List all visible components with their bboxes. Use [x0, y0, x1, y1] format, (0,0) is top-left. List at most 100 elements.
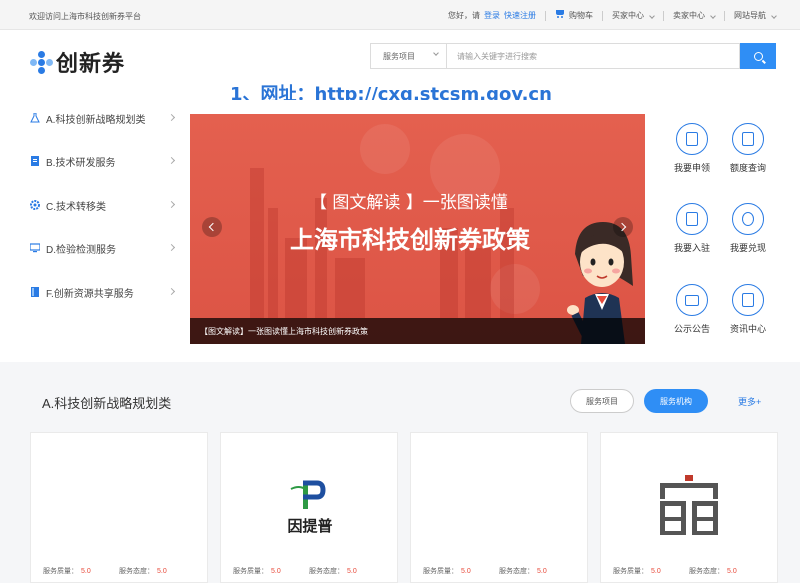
settle-in-icon [676, 203, 708, 235]
chevron-right-icon [167, 156, 176, 165]
quick-link-announcement[interactable]: 公示公告 [662, 284, 722, 335]
search-input[interactable]: 请输入关键字进行搜索 [446, 43, 740, 69]
chevron-down-icon [433, 50, 439, 56]
document-icon [30, 156, 40, 166]
cart-label: 购物车 [569, 11, 593, 20]
chevron-down-icon [771, 13, 777, 19]
category-item-d[interactable]: D.检验检测服务 [29, 238, 180, 258]
seller-center-label: 卖家中心 [673, 11, 705, 20]
category-item-b[interactable]: B.技术研发服务 [30, 151, 180, 171]
quality-rating: 服务质量： 5.0 [233, 568, 281, 575]
banner-prev-button[interactable] [202, 217, 222, 237]
welcome-text: 欢迎访问上海市科技创新券平台 [29, 12, 141, 21]
site-logo[interactable]: 创新券 [30, 46, 125, 78]
provider-logo [289, 479, 329, 518]
logo-mark-icon [30, 51, 53, 74]
search-category-label: 服务项目 [383, 51, 415, 61]
attitude-rating: 服务态度： 5.0 [309, 568, 357, 575]
login-link[interactable]: 登录 [484, 10, 500, 21]
category-label: F.创新资源共享服务 [46, 288, 134, 300]
quick-link-label: 资讯中心 [729, 324, 766, 334]
banner-headline: 上海市科技创新券政策 [290, 226, 530, 254]
quota-query-icon [732, 123, 764, 155]
more-link[interactable]: 更多+ [738, 395, 761, 408]
search-bar: 服务项目 请输入关键字进行搜索 [370, 43, 776, 69]
cart-link[interactable]: 购物车 [555, 10, 593, 21]
provider-logo-icon [660, 475, 718, 535]
quick-link-label: 额度查询 [729, 163, 766, 173]
attitude-rating: 服务态度： 5.0 [119, 568, 167, 575]
chevron-right-icon [167, 200, 176, 209]
chevron-right-icon [167, 113, 176, 122]
search-placeholder: 请输入关键字进行搜索 [457, 51, 537, 61]
quality-rating: 服务质量： 5.0 [423, 568, 471, 575]
quick-link-label: 我要入驻 [673, 243, 710, 253]
chevron-down-icon [649, 13, 655, 19]
provider-card[interactable]: 服务质量： 5.0 服务态度： 5.0 [30, 432, 208, 583]
category-item-a[interactable]: A.科技创新战略规划类 [30, 108, 180, 128]
divider [724, 10, 725, 21]
category-label: A.科技创新战略规划类 [46, 114, 146, 126]
book-icon [30, 287, 40, 297]
quality-rating: 服务质量： 5.0 [43, 568, 91, 575]
divider [663, 10, 664, 21]
top-bar-links: 您好，请 登录 快速注册 购物车 买家中心 卖家中心 网站导航 [448, 10, 777, 21]
quick-link-settle-in[interactable]: 我要入驻 [662, 203, 722, 254]
divider [602, 10, 603, 21]
logo-text: 创新券 [56, 51, 126, 76]
provider-card[interactable]: 因提普 服务质量： 5.0 服务态度： 5.0 [220, 432, 398, 583]
quick-link-news-center[interactable]: 资讯中心 [718, 284, 778, 335]
banner-caption[interactable]: 【图文解读】一张图读懂上海市科技创新券政策 [190, 318, 645, 344]
quick-link-label: 我要申领 [673, 163, 710, 173]
top-bar: 欢迎访问上海市科技创新券平台 您好，请 登录 快速注册 购物车 买家中心 卖家中… [0, 0, 800, 30]
banner-next-button[interactable] [613, 217, 633, 237]
category-section: A.科技创新战略规划类 服务项目 服务机构 更多+ 服务质量： 5.0 服务态度：… [30, 370, 778, 583]
divider [545, 10, 546, 21]
category-item-c[interactable]: C.技术转移类 [30, 195, 180, 215]
chevron-right-icon [167, 243, 176, 252]
news-center-icon [732, 284, 764, 316]
quick-link-label: 我要兑现 [729, 243, 766, 253]
provider-logo [656, 475, 722, 542]
quick-link-label: 公示公告 [673, 324, 710, 334]
provider-card[interactable]: 服务质量： 5.0 服务态度： 5.0 [410, 432, 588, 583]
hero-banner[interactable]: 【 图文解读 】一张图读懂 上海市科技创新券政策 【图文解读】一张图读懂上海市科… [190, 114, 645, 344]
chevron-down-icon [710, 13, 716, 19]
category-label: B.技术研发服务 [46, 157, 116, 169]
buyer-center-label: 买家中心 [612, 11, 644, 20]
search-icon [753, 51, 763, 61]
site-nav-label: 网站导航 [734, 11, 766, 20]
monitor-icon [29, 243, 41, 253]
cart-icon [555, 10, 565, 18]
quality-rating: 服务质量： 5.0 [613, 568, 661, 575]
attitude-rating: 服务态度： 5.0 [499, 568, 547, 575]
provider-card[interactable]: 服务质量： 5.0 服务态度： 5.0 [600, 432, 778, 583]
redeem-icon [732, 203, 764, 235]
service-projects-button[interactable]: 服务项目 [570, 389, 634, 413]
provider-logo-text: 因提普 [287, 518, 333, 535]
main-area: A.科技创新战略规划类 B.技术研发服务 C.技术转移类 D.检验检测服务 F.… [0, 100, 800, 362]
flask-icon [30, 112, 40, 123]
quick-link-apply[interactable]: 我要申领 [662, 123, 722, 174]
apply-icon [676, 123, 708, 155]
category-label: C.技术转移类 [46, 201, 106, 213]
chevron-right-icon [167, 287, 176, 296]
site-nav-menu[interactable]: 网站导航 [734, 10, 777, 21]
gear-icon [30, 200, 40, 210]
attitude-rating: 服务态度： 5.0 [689, 568, 737, 575]
announcement-icon [676, 284, 708, 316]
buyer-center-menu[interactable]: 买家中心 [612, 10, 655, 21]
header: 创新券 服务项目 请输入关键字进行搜索 1、网址：http://cxq.stcs… [0, 30, 800, 105]
search-button[interactable] [740, 43, 776, 69]
register-link[interactable]: 快速注册 [504, 10, 536, 21]
provider-logo-icon [290, 480, 326, 509]
category-label: D.检验检测服务 [46, 244, 116, 256]
quick-link-quota-query[interactable]: 额度查询 [718, 123, 778, 174]
search-category-select[interactable]: 服务项目 [370, 43, 446, 69]
section-title: A.科技创新战略规划类 [42, 396, 172, 411]
service-agencies-button[interactable]: 服务机构 [644, 389, 708, 413]
banner-title: 【 图文解读 】一张图读懂 [310, 193, 508, 213]
quick-link-redeem[interactable]: 我要兑现 [718, 203, 778, 254]
category-item-f[interactable]: F.创新资源共享服务 [30, 282, 180, 302]
seller-center-menu[interactable]: 卖家中心 [673, 10, 716, 21]
